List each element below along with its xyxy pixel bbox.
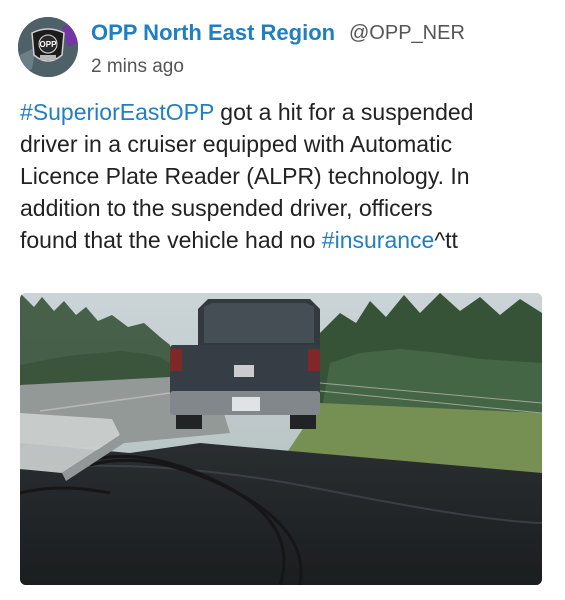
post-body-line-5: found that the vehicle had no #insurance…	[20, 224, 550, 256]
author-name[interactable]: OPP North East Region	[91, 20, 335, 46]
avatar[interactable]: OPP	[18, 17, 78, 77]
author-handle[interactable]: @OPP_NER	[349, 22, 465, 45]
body-text-segment: ^tt	[434, 227, 458, 253]
post-timestamp[interactable]: 2 mins ago	[91, 56, 184, 78]
body-text-segment: found that the vehicle had no	[20, 227, 322, 253]
hashtag-insurance[interactable]: #insurance	[322, 227, 435, 253]
post-body-line-1: #SuperiorEastOPP got a hit for a suspend…	[20, 96, 550, 128]
post-body-line-3: Licence Plate Reader (ALPR) technology. …	[20, 163, 470, 189]
truck-photo-illustration	[20, 293, 542, 585]
hashtag-superioreastopp[interactable]: #SuperiorEastOPP	[20, 99, 214, 125]
body-text-segment: got a hit for a suspended	[213, 99, 474, 125]
post-body-line-4: addition to the suspended driver, office…	[20, 195, 433, 221]
post-card: OPP OPP North East Region @OPP_NER 2 min…	[0, 0, 565, 600]
post-image[interactable]	[20, 293, 542, 585]
post-body-line-2: driver in a cruiser equipped with Automa…	[20, 131, 453, 157]
post-body: #SuperiorEastOPP got a hit for a suspend…	[20, 96, 550, 256]
opp-badge-icon: OPP	[18, 17, 78, 77]
avatar-badge-text: OPP	[40, 40, 58, 49]
